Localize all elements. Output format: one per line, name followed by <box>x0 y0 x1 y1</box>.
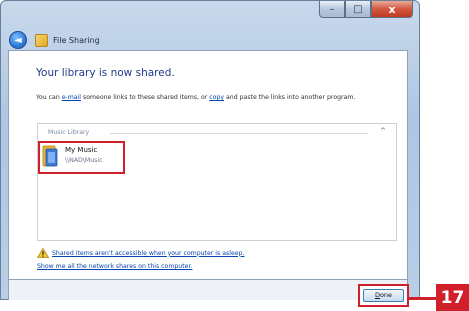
step-number-badge: 17 <box>436 284 469 311</box>
title-bar: ◄ File Sharing <box>9 31 100 49</box>
group-header-label: Music Library <box>48 129 90 136</box>
shared-items-list: Music Library ^ My Music \\NAD\Music <box>37 123 397 241</box>
sleep-warning: Shared items aren't accessible when your… <box>37 248 244 258</box>
maximize-button[interactable]: □ <box>345 1 371 18</box>
page-heading: Your library is now shared. <box>36 67 175 79</box>
intro-text-middle: someone links to these shared items, or <box>81 94 210 101</box>
window-title: File Sharing <box>53 35 100 45</box>
file-sharing-icon <box>35 33 48 47</box>
back-arrow-icon[interactable]: ◄ <box>9 31 27 49</box>
email-link[interactable]: e-mail <box>62 94 81 101</box>
minimize-button[interactable]: – <box>319 1 345 18</box>
close-button[interactable]: x <box>371 1 413 18</box>
intro-text-end: and paste the links into another program… <box>224 94 356 101</box>
done-label-rest: one <box>379 291 393 299</box>
collapse-chevron-icon[interactable]: ^ <box>380 127 386 135</box>
done-button[interactable]: Done <box>363 289 404 302</box>
group-header-divider <box>110 133 368 134</box>
done-highlight-box: Done <box>358 284 409 307</box>
warning-icon <box>37 248 49 258</box>
list-item-name[interactable]: My Music <box>65 146 97 154</box>
content-panel: Your library is now shared. You can e-ma… <box>8 50 408 280</box>
callout-connector <box>409 297 436 300</box>
show-all-shares-link[interactable]: Show me all the network shares on this c… <box>37 263 192 270</box>
caption-buttons: – □ x <box>319 1 413 18</box>
intro-text: You can e-mail someone links to these sh… <box>36 94 355 101</box>
copy-link[interactable]: copy <box>209 94 224 101</box>
intro-text-start: You can <box>36 94 62 101</box>
sleep-warning-link[interactable]: Shared items aren't accessible when your… <box>52 250 244 257</box>
dialog-footer <box>8 280 408 300</box>
music-folder-icon <box>42 145 58 167</box>
list-item-path: \\NAD\Music <box>65 157 103 164</box>
